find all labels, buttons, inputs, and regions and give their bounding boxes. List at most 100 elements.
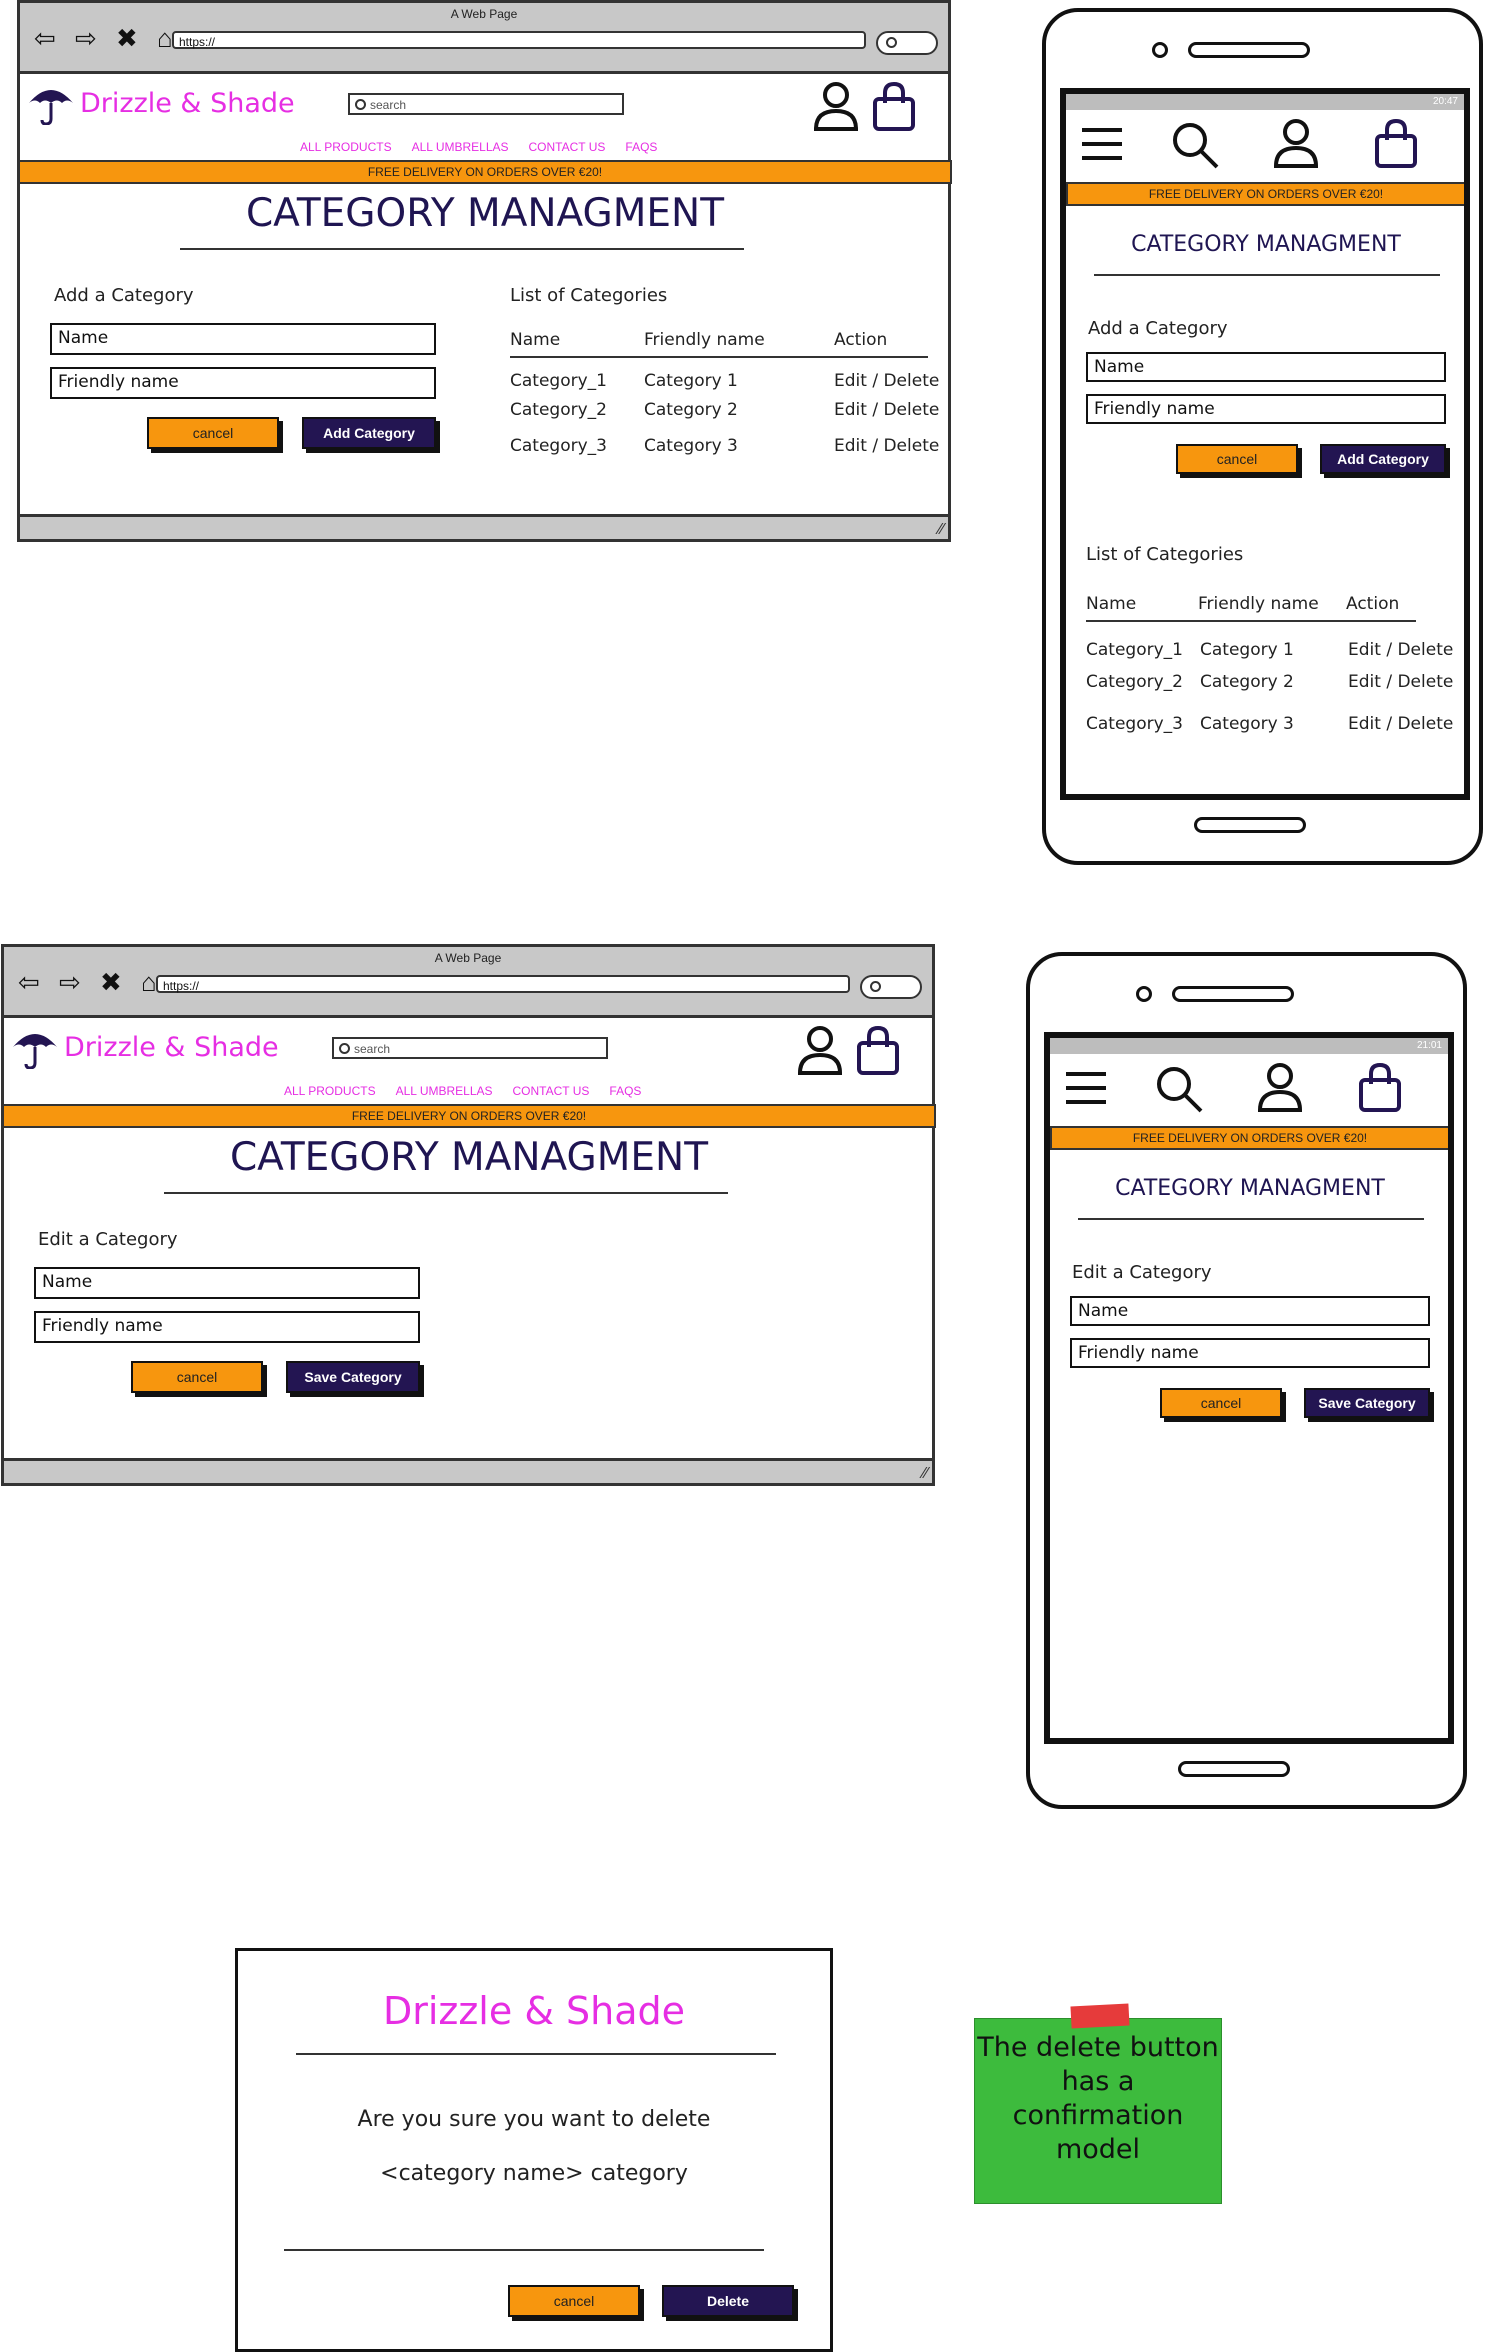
modal-question-target: <category name> category bbox=[380, 2161, 688, 2186]
site-logo[interactable]: Drizzle & Shade bbox=[10, 1025, 279, 1069]
edit-delete-link[interactable]: Edit / Delete bbox=[1348, 672, 1453, 692]
col-name: Name bbox=[1086, 594, 1137, 614]
browser-toolbar: A Web Page ⇦ ⇨ ✖ ⌂ https:// bbox=[4, 947, 932, 1018]
table-row: Category_1 bbox=[1086, 640, 1183, 660]
tape-icon bbox=[1070, 2003, 1130, 2029]
save-category-button[interactable]: Save Category bbox=[1304, 1388, 1430, 1418]
name-field[interactable]: Name bbox=[50, 323, 436, 355]
nav-all-products[interactable]: ALL PRODUCTS bbox=[284, 1084, 376, 1098]
title-underline bbox=[1078, 1218, 1424, 1220]
name-field[interactable]: Name bbox=[34, 1267, 420, 1299]
friendly-name-field[interactable]: Friendly name bbox=[1086, 394, 1446, 424]
nav-faqs[interactable]: FAQS bbox=[625, 140, 657, 154]
search-input[interactable]: search bbox=[348, 93, 624, 115]
col-friendly-name: Friendly name bbox=[1198, 594, 1319, 614]
phone-frame-add: 20:47 FREE DELIVERY ON ORDERS OVER €20! … bbox=[1042, 8, 1483, 865]
nav-contact-us[interactable]: CONTACT US bbox=[513, 1084, 590, 1098]
brand-name: Drizzle & Shade bbox=[80, 87, 295, 119]
add-category-button[interactable]: Add Category bbox=[1320, 444, 1446, 474]
camera-icon bbox=[1152, 42, 1168, 58]
edit-delete-link[interactable]: Edit / Delete bbox=[834, 400, 939, 420]
site-logo[interactable]: Drizzle & Shade bbox=[26, 81, 295, 125]
cancel-button[interactable]: cancel bbox=[131, 1361, 263, 1393]
friendly-name-field[interactable]: Friendly name bbox=[50, 367, 436, 399]
list-heading: List of Categories bbox=[1086, 544, 1244, 565]
status-bar: 21:01 bbox=[1050, 1038, 1448, 1054]
search-icon bbox=[339, 1043, 350, 1054]
edit-delete-link[interactable]: Edit / Delete bbox=[1348, 640, 1453, 660]
nav-all-umbrellas[interactable]: ALL UMBRELLAS bbox=[396, 1084, 493, 1098]
delete-confirmation-modal: Drizzle & Shade Are you sure you want to… bbox=[235, 1948, 833, 2352]
table-row: Category 1 bbox=[644, 371, 738, 391]
cancel-button[interactable]: cancel bbox=[1160, 1388, 1282, 1418]
table-header-rule bbox=[510, 356, 928, 358]
phone-frame-edit: 21:01 FREE DELIVERY ON ORDERS OVER €20! … bbox=[1026, 952, 1467, 1809]
modal-question: Are you sure you want to delete bbox=[357, 2107, 711, 2132]
name-field[interactable]: Name bbox=[1070, 1296, 1430, 1326]
url-bar[interactable]: https:// bbox=[172, 31, 866, 49]
save-category-button[interactable]: Save Category bbox=[286, 1361, 420, 1393]
browser-toolbar: A Web Page ⇦ ⇨ ✖ ⌂ https:// bbox=[20, 3, 948, 74]
sticky-note-line: The delete button bbox=[977, 2032, 1219, 2063]
menu-icon[interactable] bbox=[1064, 1068, 1108, 1108]
table-row: Category 1 bbox=[1200, 640, 1294, 660]
search-input[interactable]: search bbox=[332, 1037, 608, 1059]
table-header-rule bbox=[1086, 620, 1416, 622]
friendly-name-field[interactable]: Friendly name bbox=[34, 1311, 420, 1343]
shopping-bag-icon[interactable] bbox=[1374, 118, 1418, 168]
col-action: Action bbox=[1346, 594, 1400, 614]
speaker-icon bbox=[1172, 986, 1294, 1002]
name-field[interactable]: Name bbox=[1086, 352, 1446, 382]
cancel-button[interactable]: cancel bbox=[147, 417, 279, 449]
table-row: Category 2 bbox=[644, 400, 738, 420]
browser-search-icon[interactable] bbox=[876, 31, 938, 55]
user-icon[interactable] bbox=[1272, 118, 1320, 168]
window-title: A Web Page bbox=[434, 951, 502, 965]
edit-delete-link[interactable]: Edit / Delete bbox=[834, 371, 939, 391]
edit-delete-link[interactable]: Edit / Delete bbox=[834, 436, 939, 456]
delivery-banner: FREE DELIVERY ON ORDERS OVER €20! bbox=[1050, 1126, 1448, 1150]
home-button-icon[interactable] bbox=[1178, 1761, 1290, 1777]
browser-nav-icons[interactable]: ⇦ ⇨ ✖ ⌂ bbox=[18, 967, 163, 998]
cancel-button[interactable]: cancel bbox=[1176, 444, 1298, 474]
nav-faqs[interactable]: FAQS bbox=[609, 1084, 641, 1098]
add-category-heading: Add a Category bbox=[54, 285, 194, 306]
table-row: Category_1 bbox=[510, 371, 607, 391]
cancel-button[interactable]: cancel bbox=[508, 2285, 640, 2317]
nav-contact-us[interactable]: CONTACT US bbox=[529, 140, 606, 154]
friendly-name-field[interactable]: Friendly name bbox=[1070, 1338, 1430, 1368]
browser-window-edit: A Web Page ⇦ ⇨ ✖ ⌂ https:// Drizzle & Sh… bbox=[1, 944, 936, 1486]
col-name: Name bbox=[510, 330, 561, 350]
resize-handle-icon[interactable]: ⁄⁄ bbox=[923, 1465, 928, 1483]
nav-all-products[interactable]: ALL PRODUCTS bbox=[300, 140, 392, 154]
page-title: CATEGORY MANAGMENT bbox=[1115, 1176, 1385, 1201]
edit-delete-link[interactable]: Edit / Delete bbox=[1348, 714, 1453, 734]
browser-nav-icons[interactable]: ⇦ ⇨ ✖ ⌂ bbox=[34, 23, 179, 54]
umbrella-icon bbox=[29, 90, 73, 125]
nav-all-umbrellas[interactable]: ALL UMBRELLAS bbox=[412, 140, 509, 154]
sticky-note-line: model bbox=[1055, 2134, 1141, 2165]
shopping-bag-icon[interactable] bbox=[1358, 1062, 1402, 1112]
list-heading: List of Categories bbox=[510, 285, 668, 306]
user-icon[interactable] bbox=[1256, 1062, 1304, 1112]
search-icon[interactable] bbox=[1170, 120, 1220, 170]
delivery-banner: FREE DELIVERY ON ORDERS OVER €20! bbox=[18, 160, 952, 184]
user-icon[interactable] bbox=[812, 81, 860, 131]
browser-window-add: A Web Page ⇦ ⇨ ✖ ⌂ https:// Drizzle & Sh… bbox=[17, 0, 952, 542]
menu-icon[interactable] bbox=[1080, 124, 1124, 164]
search-icon[interactable] bbox=[1154, 1064, 1204, 1114]
user-icon[interactable] bbox=[796, 1025, 844, 1075]
browser-search-icon[interactable] bbox=[860, 975, 922, 999]
table-row: Category_2 bbox=[510, 400, 607, 420]
shopping-bag-icon[interactable] bbox=[872, 81, 916, 131]
add-category-button[interactable]: Add Category bbox=[302, 417, 436, 449]
resize-handle-icon[interactable]: ⁄⁄ bbox=[939, 521, 944, 539]
table-row: Category 3 bbox=[1200, 714, 1294, 734]
url-bar[interactable]: https:// bbox=[156, 975, 850, 993]
title-underline bbox=[1094, 274, 1440, 276]
home-button-icon[interactable] bbox=[1194, 817, 1306, 833]
main-nav: ALL PRODUCTS ALL UMBRELLAS CONTACT US FA… bbox=[300, 140, 657, 154]
speaker-icon bbox=[1188, 42, 1310, 58]
shopping-bag-icon[interactable] bbox=[856, 1025, 900, 1075]
delete-button[interactable]: Delete bbox=[662, 2285, 794, 2317]
